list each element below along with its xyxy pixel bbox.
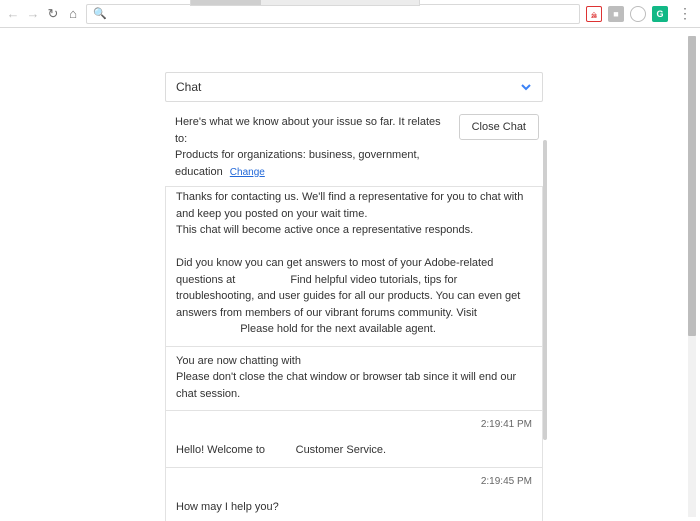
chevron-down-icon bbox=[520, 81, 532, 93]
system-line-1a: Thanks for contacting us. We'll find a r… bbox=[176, 191, 523, 220]
chat-panel: Chat Here's what we know about your issu… bbox=[165, 72, 543, 521]
address-input[interactable] bbox=[113, 8, 573, 20]
chat-scroll-thumb[interactable] bbox=[543, 140, 547, 440]
agent-message-2: 2:19:45 PM How may I help you? bbox=[165, 468, 543, 521]
back-icon[interactable]: ← bbox=[6, 7, 20, 21]
system-line-2c: Please hold for the next available agent… bbox=[240, 323, 436, 335]
reload-icon[interactable]: ↻ bbox=[46, 7, 60, 21]
page-scroll-thumb[interactable] bbox=[688, 36, 696, 336]
extension-grammarly-icon[interactable]: G bbox=[652, 6, 668, 22]
close-chat-button[interactable]: Close Chat bbox=[459, 114, 539, 140]
agent-msg-2: How may I help you? bbox=[176, 501, 279, 513]
address-bar[interactable]: 🔍 bbox=[86, 4, 580, 24]
extension-icon-1[interactable]: ⌂ bbox=[586, 6, 602, 22]
issue-summary-text: Here's what we know about your issue so … bbox=[175, 114, 449, 180]
issue-summary-row: Here's what we know about your issue so … bbox=[165, 114, 543, 180]
change-link[interactable]: Change bbox=[230, 167, 265, 178]
page-content: Chat Here's what we know about your issu… bbox=[0, 28, 700, 521]
timestamp: 2:19:45 PM bbox=[176, 474, 532, 489]
browser-menu-icon[interactable]: ⋮ bbox=[674, 5, 694, 22]
timestamp: 2:19:41 PM bbox=[176, 417, 532, 432]
agent-msg-1b: Customer Service. bbox=[296, 444, 386, 456]
forward-icon[interactable]: → bbox=[26, 7, 40, 21]
system-line-1b: This chat will become active once a repr… bbox=[176, 224, 473, 236]
chat-type-label: Chat bbox=[176, 80, 201, 94]
agent-joined-line-1: You are now chatting with bbox=[176, 355, 301, 367]
agent-joined-block: You are now chatting with Please don't c… bbox=[165, 347, 543, 412]
browser-toolbar: ← → ↻ ⌂ 🔍 ⌂ ■ G ⋮ bbox=[0, 0, 700, 28]
home-icon[interactable]: ⌂ bbox=[66, 7, 80, 21]
search-icon: 🔍 bbox=[93, 7, 107, 20]
issue-products: Products for organizations: business, go… bbox=[175, 149, 420, 178]
extension-icon-2[interactable]: ■ bbox=[608, 6, 624, 22]
issue-intro: Here's what we know about your issue so … bbox=[175, 116, 441, 145]
agent-message-1: 2:19:41 PM Hello! Welcome to Customer Se… bbox=[165, 411, 543, 468]
agent-joined-line-2: Please don't close the chat window or br… bbox=[176, 371, 516, 400]
chat-transcript: Thanks for contacting us. We'll find a r… bbox=[165, 186, 543, 521]
system-message-block-1: Thanks for contacting us. We'll find a r… bbox=[165, 187, 543, 347]
tab-scroll-artifact bbox=[190, 0, 420, 6]
chat-type-dropdown[interactable]: Chat bbox=[165, 72, 543, 102]
agent-msg-1a: Hello! Welcome to bbox=[176, 444, 265, 456]
extension-icon-3[interactable] bbox=[630, 6, 646, 22]
